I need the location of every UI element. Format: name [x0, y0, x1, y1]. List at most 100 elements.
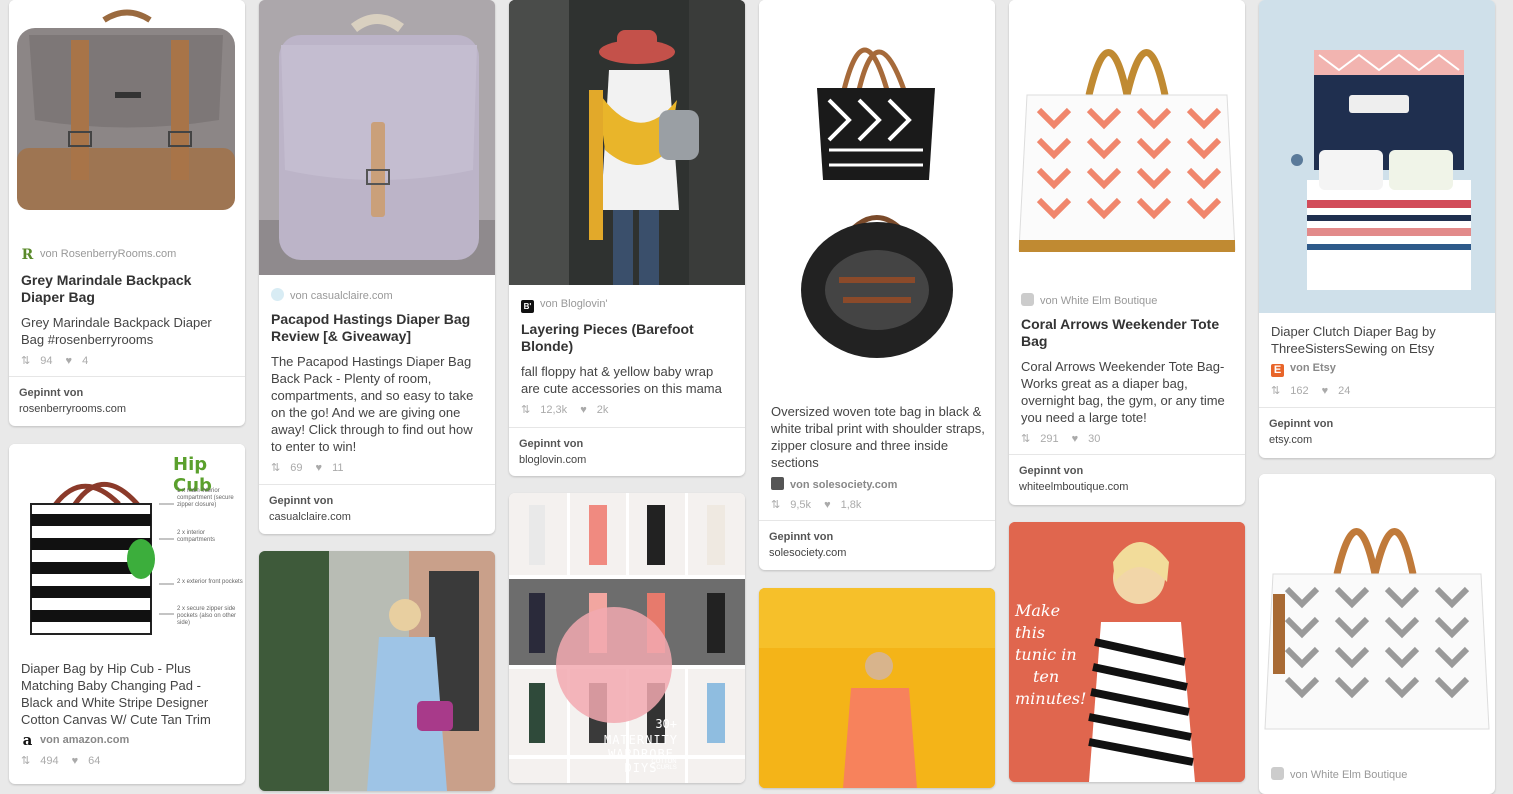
pin-image[interactable] — [1009, 0, 1245, 280]
pin-description: Diaper Bag by Hip Cub - Plus Matching Ba… — [21, 661, 211, 727]
pin-source[interactable]: Rvon RosenberryRooms.com — [21, 247, 177, 263]
pin-description: The Pacapod Hastings Diaper Bag Back Pac… — [271, 354, 474, 454]
grey-arrows-tote-image — [1259, 474, 1495, 754]
pin-image[interactable] — [259, 551, 495, 791]
pin-title[interactable]: Coral Arrows Weekender Tote Bag — [1021, 316, 1233, 350]
pin-description: Oversized woven tote bag in black & whit… — [771, 404, 985, 470]
pin-image[interactable] — [9, 0, 245, 235]
pin-card[interactable]: B' von Bloglovin' Layering Pieces (Barefo… — [509, 0, 745, 476]
heart-icon: ♥ — [1071, 433, 1079, 445]
pin-description: Coral Arrows Weekender Tote Bag- Works g… — [1021, 359, 1225, 425]
overlay-line: MATERNITY — [603, 733, 679, 747]
pin-card[interactable] — [259, 551, 495, 791]
repin-icon: ⇅ — [271, 462, 281, 474]
chalk-text: Make this tunic in ten minutes! — [1015, 600, 1095, 710]
pin-card[interactable]: Hip Cub 1 x main interior compartment (s… — [9, 444, 245, 784]
pinned-by-label: Gepinnt von — [1269, 418, 1334, 430]
pin-description: Diaper Clutch Diaper Bag by ThreeSisters… — [1271, 324, 1436, 356]
pin-source[interactable]: von solesociety.com — [771, 477, 897, 491]
pin-stats: ⇅ 494 ♥ 64 — [21, 754, 110, 767]
pin-card[interactable]: 30+ MATERNITY WARDROBE DIYS COTTON + CUR… — [509, 493, 745, 783]
pin-title[interactable]: Pacapod Hastings Diaper Bag Review [& Gi… — [271, 311, 483, 345]
pinned-by-domain: bloglovin.com — [519, 454, 587, 466]
pin-image[interactable]: Hip Cub 1 x main interior compartment (s… — [9, 444, 245, 647]
pinned-by[interactable]: Gepinnt von casualclaire.com — [259, 484, 495, 534]
pin-title[interactable]: Layering Pieces (Barefoot Blonde) — [521, 321, 733, 355]
pin-stats: ⇅ 94 ♥ 4 — [21, 354, 98, 367]
heart-icon: ♥ — [315, 462, 323, 474]
pin-card[interactable]: Rvon RosenberryRooms.com Grey Marindale … — [9, 0, 245, 426]
pinned-by-domain: rosenberryrooms.com — [19, 403, 126, 415]
like-count: 24 — [1338, 385, 1351, 397]
pin-source-label: von Etsy — [1290, 362, 1336, 374]
pin-image[interactable] — [509, 0, 745, 285]
pin-image[interactable]: 30+ MATERNITY WARDROBE DIYS COTTON + CUR… — [509, 493, 745, 783]
pinned-by-domain: etsy.com — [1269, 434, 1313, 446]
chalk-line: ten — [1033, 667, 1060, 686]
repin-icon: ⇅ — [21, 355, 31, 367]
yellow-wall-image — [759, 588, 995, 788]
heart-icon: ♥ — [1321, 385, 1329, 397]
pin-image[interactable] — [759, 0, 995, 393]
repin-count: 494 — [40, 755, 59, 767]
pin-source[interactable]: von White Elm Boutique — [1271, 767, 1407, 781]
pin-image[interactable]: Make this tunic in ten minutes! — [1009, 522, 1245, 782]
pin-card[interactable]: von White Elm Boutique — [1259, 474, 1495, 794]
like-count: 30 — [1088, 433, 1101, 445]
repin-count: 69 — [290, 462, 303, 474]
pinned-by[interactable]: Gepinnt von bloglovin.com — [509, 427, 745, 476]
like-count: 1,8k — [840, 499, 862, 511]
pin-stats: ⇅ 9,5k ♥ 1,8k — [771, 498, 871, 511]
repin-count: 162 — [1290, 385, 1309, 397]
pin-card[interactable]: von casualclaire.com Pacapod Hastings Di… — [259, 0, 495, 534]
like-count: 64 — [88, 755, 101, 767]
rosenberry-logo-icon: R — [21, 247, 34, 263]
heart-icon: ♥ — [71, 755, 79, 767]
pin-image[interactable] — [1259, 0, 1495, 313]
pin-source[interactable]: Evon Etsy — [1271, 362, 1336, 377]
pin-stats: ⇅ 12,3k ♥ 2k — [521, 403, 618, 416]
pin-source-label: von solesociety.com — [790, 479, 898, 491]
repin-icon: ⇅ — [21, 755, 31, 767]
pinned-by[interactable]: Gepinnt von whiteelmboutique.com — [1009, 454, 1245, 505]
heart-icon: ♥ — [65, 355, 73, 367]
pin-card[interactable]: Make this tunic in ten minutes! — [1009, 522, 1245, 782]
pin-image[interactable] — [259, 0, 495, 275]
pin-source[interactable]: von casualclaire.com — [271, 288, 393, 302]
pin-title[interactable]: Grey Marindale Backpack Diaper Bag — [21, 272, 233, 306]
pin-card[interactable]: Oversized woven tote bag in black & whit… — [759, 0, 995, 570]
white-elm-logo-icon — [1021, 293, 1034, 306]
bloglovin-logo-icon: B' — [521, 300, 534, 313]
like-count: 4 — [82, 355, 89, 367]
pin-source[interactable]: B' von Bloglovin' — [521, 298, 608, 313]
casualclaire-logo-icon — [271, 288, 284, 301]
pin-description: fall floppy hat & yellow baby wrap are c… — [521, 364, 722, 396]
amazon-logo-icon: a — [22, 731, 33, 749]
repin-icon: ⇅ — [521, 404, 531, 416]
collage-credit: COTTON + CURLS — [651, 759, 677, 771]
pinned-by-domain: casualclaire.com — [269, 511, 351, 523]
pinned-by[interactable]: Gepinnt von solesociety.com — [759, 520, 995, 570]
pinned-by[interactable]: Gepinnt von rosenberryrooms.com — [9, 376, 245, 426]
pin-source[interactable]: a von amazon.com — [21, 731, 130, 749]
lilac-backpack-image — [259, 0, 495, 275]
backpack-image — [9, 0, 245, 235]
blue-dress-street-image — [259, 551, 495, 791]
pin-source-label: von Bloglovin' — [540, 298, 608, 310]
pin-card[interactable]: Diaper Clutch Diaper Bag by ThreeSisters… — [1259, 0, 1495, 458]
pinned-by-domain: solesociety.com — [769, 547, 847, 559]
pin-source-label: von amazon.com — [40, 734, 130, 746]
pin-source[interactable]: von White Elm Boutique — [1021, 293, 1157, 307]
pin-image[interactable] — [1259, 474, 1495, 754]
chalk-line: Make this — [1015, 601, 1061, 642]
callout-1: 1 x main interior compartment (secure zi… — [177, 488, 234, 508]
pin-card[interactable] — [759, 588, 995, 788]
pin-source-label: von White Elm Boutique — [1040, 295, 1158, 307]
pin-image[interactable] — [759, 588, 995, 788]
repin-count: 291 — [1040, 433, 1059, 445]
pinned-by[interactable]: Gepinnt von etsy.com — [1259, 407, 1495, 458]
pin-card[interactable]: von White Elm Boutique Coral Arrows Week… — [1009, 0, 1245, 505]
repin-icon: ⇅ — [771, 499, 781, 511]
overlay-line: 30+ — [655, 717, 677, 731]
repin-icon: ⇅ — [1021, 433, 1031, 445]
